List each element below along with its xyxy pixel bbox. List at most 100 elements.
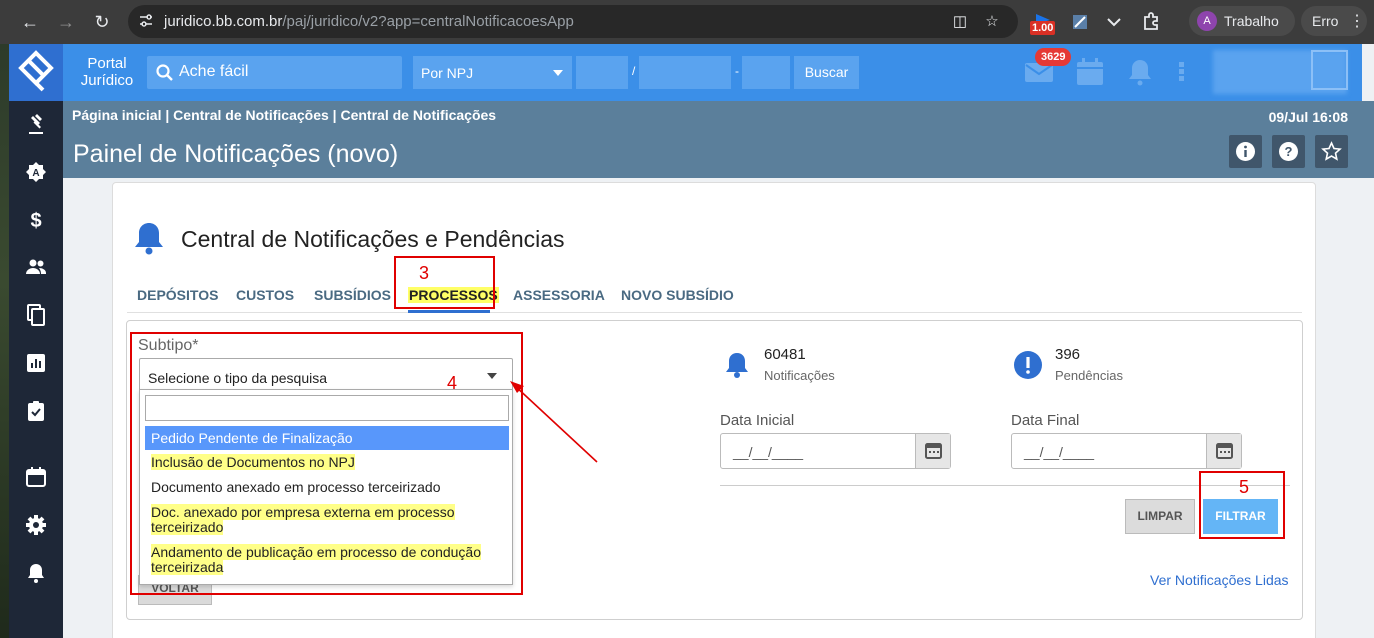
calendar-icon xyxy=(925,443,942,459)
clipboard-check-icon[interactable] xyxy=(24,399,48,423)
tab-search-icon[interactable] xyxy=(1104,10,1124,34)
limpar-button[interactable]: LIMPAR xyxy=(1125,499,1195,534)
pendencias-count: 396 xyxy=(1055,346,1081,363)
npj-type-value: Por NPJ xyxy=(421,65,474,81)
notifications-icon[interactable] xyxy=(1124,56,1156,88)
annotation-box-3 xyxy=(394,256,495,309)
page-title: Painel de Notificações (novo) xyxy=(73,140,399,168)
info-button[interactable] xyxy=(1229,135,1262,168)
address-bar[interactable]: juridico.bb.com.br/paj/juridico/v2?app=c… xyxy=(128,5,1018,38)
search-button[interactable]: Buscar xyxy=(794,56,859,89)
gear-icon[interactable] xyxy=(24,513,48,537)
npj-year-field[interactable] xyxy=(576,56,628,89)
portal-title-line1: Portal xyxy=(87,55,127,72)
bell-icon[interactable] xyxy=(24,561,48,585)
annotation-number-5: 5 xyxy=(1239,477,1250,497)
calendar-icon[interactable] xyxy=(24,465,48,489)
header-datetime: 09/Jul 16:08 xyxy=(1268,109,1348,125)
browser-toolbar: ← → ↻ juridico.bb.com.br/paj/juridico/v2… xyxy=(0,0,1374,44)
pendencias-label: Pendências xyxy=(1055,368,1123,383)
profile-name: Trabalho xyxy=(1224,13,1279,29)
bb-logo[interactable] xyxy=(9,44,63,101)
bell-title-icon xyxy=(135,223,163,255)
portal-title[interactable]: Portal Jurídico xyxy=(76,55,138,89)
desktop-edge xyxy=(0,44,9,638)
data-final-calendar-button[interactable] xyxy=(1206,434,1241,468)
portal-title-line2: Jurídico xyxy=(80,72,134,89)
svg-text:A: A xyxy=(32,168,39,179)
people-icon[interactable] xyxy=(24,255,48,279)
card-title: Central de Notificações e Pendências xyxy=(181,226,565,252)
copy-icon[interactable] xyxy=(24,303,48,327)
chart-icon[interactable] xyxy=(24,351,48,375)
translate-icon[interactable]: ◫ xyxy=(950,12,970,32)
search-icon xyxy=(156,64,173,81)
profile-button[interactable]: A Trabalho xyxy=(1189,6,1295,36)
search-input[interactable]: Ache fácil xyxy=(147,56,402,89)
back-icon[interactable]: ← xyxy=(16,8,44,36)
notificacoes-count: 60481 xyxy=(764,346,806,363)
error-label: Erro xyxy=(1312,13,1339,29)
url-host: juridico.bb.com.br xyxy=(164,13,283,30)
badge-a-icon[interactable]: A xyxy=(24,160,48,184)
extensions-puzzle-icon[interactable] xyxy=(1140,10,1162,34)
active-tab-indicator xyxy=(408,310,490,313)
npj-number-field[interactable] xyxy=(639,56,731,89)
page-header: Página inicial | Central de Notificações… xyxy=(63,101,1374,178)
search-placeholder: Ache fácil xyxy=(179,63,249,80)
alert-icon xyxy=(1014,351,1042,379)
top-app-bar: Portal Jurídico Ache fácil Por NPJ / - B… xyxy=(63,44,1374,101)
data-inicial-label: Data Inicial xyxy=(720,412,795,429)
profile-avatar: A xyxy=(1197,11,1217,31)
calendar-top-icon[interactable] xyxy=(1074,56,1106,88)
svg-text:$: $ xyxy=(30,210,41,231)
breadcrumb[interactable]: Página inicial | Central de Notificações… xyxy=(72,107,496,123)
chevron-down-icon xyxy=(553,70,563,76)
extension-badge: 1.00 xyxy=(1030,21,1056,35)
more-vert-icon: ⋮ xyxy=(1349,13,1365,30)
help-icon: ? xyxy=(1279,142,1298,161)
tab-depositos[interactable]: DEPÓSITOS xyxy=(137,287,218,303)
reload-icon[interactable]: ↻ xyxy=(88,8,116,36)
dollar-icon[interactable]: $ xyxy=(24,207,48,231)
data-inicial-placeholder: __/__/____ xyxy=(733,444,804,460)
url-path: /paj/juridico/v2?app=centralNotificacoes… xyxy=(282,13,574,30)
annotation-number-4: 4 xyxy=(447,373,458,393)
favorite-button[interactable] xyxy=(1315,135,1348,168)
tab-custos[interactable]: CUSTOS xyxy=(236,287,294,303)
npj-type-select[interactable]: Por NPJ xyxy=(413,56,572,89)
gavel-icon[interactable] xyxy=(24,112,48,136)
sidebar: A $ xyxy=(9,44,63,638)
bb-logo-icon xyxy=(18,50,54,92)
category-tabs: DEPÓSITOS CUSTOS SUBSÍDIOS PROCESSOS ASS… xyxy=(127,283,1302,313)
url-text: juridico.bb.com.br/paj/juridico/v2?app=c… xyxy=(164,13,574,30)
star-icon xyxy=(1321,141,1342,161)
tab-assessoria[interactable]: ASSESSORIA xyxy=(513,287,605,303)
site-settings-icon[interactable] xyxy=(138,13,154,29)
forward-icon[interactable]: → xyxy=(52,8,80,36)
tab-subsidios[interactable]: SUBSÍDIOS xyxy=(314,287,391,303)
user-avatar[interactable] xyxy=(1311,50,1348,90)
bookmark-star-icon[interactable]: ☆ xyxy=(982,12,1002,32)
annotation-number-3: 3 xyxy=(419,263,430,283)
npj-separator-dash: - xyxy=(735,64,739,78)
notificacoes-label: Notificações xyxy=(764,368,835,383)
help-button[interactable]: ? xyxy=(1272,135,1305,168)
npj-separator-slash: / xyxy=(632,64,636,78)
tab-novo-subsidio[interactable]: NOVO SUBSÍDIO xyxy=(621,287,734,303)
info-icon xyxy=(1236,142,1255,161)
error-menu-button[interactable]: Erro ⋮ xyxy=(1301,6,1367,36)
ver-notificacoes-lidas-link[interactable]: Ver Notificações Lidas xyxy=(1150,572,1289,588)
edit-extension-icon[interactable] xyxy=(1070,10,1090,34)
svg-text:?: ? xyxy=(1285,144,1293,159)
data-inicial-calendar-button[interactable] xyxy=(915,434,950,468)
annotation-arrow xyxy=(510,381,598,463)
data-inicial-field[interactable]: __/__/____ xyxy=(720,433,951,469)
npj-variation-field[interactable] xyxy=(742,56,790,89)
annotation-box-4 xyxy=(130,332,523,595)
apps-grid-icon[interactable] xyxy=(1173,56,1205,88)
bell-stat-icon xyxy=(726,353,748,378)
data-final-field[interactable]: __/__/____ xyxy=(1011,433,1242,469)
data-final-placeholder: __/__/____ xyxy=(1024,444,1095,460)
calendar-icon xyxy=(1216,443,1233,459)
